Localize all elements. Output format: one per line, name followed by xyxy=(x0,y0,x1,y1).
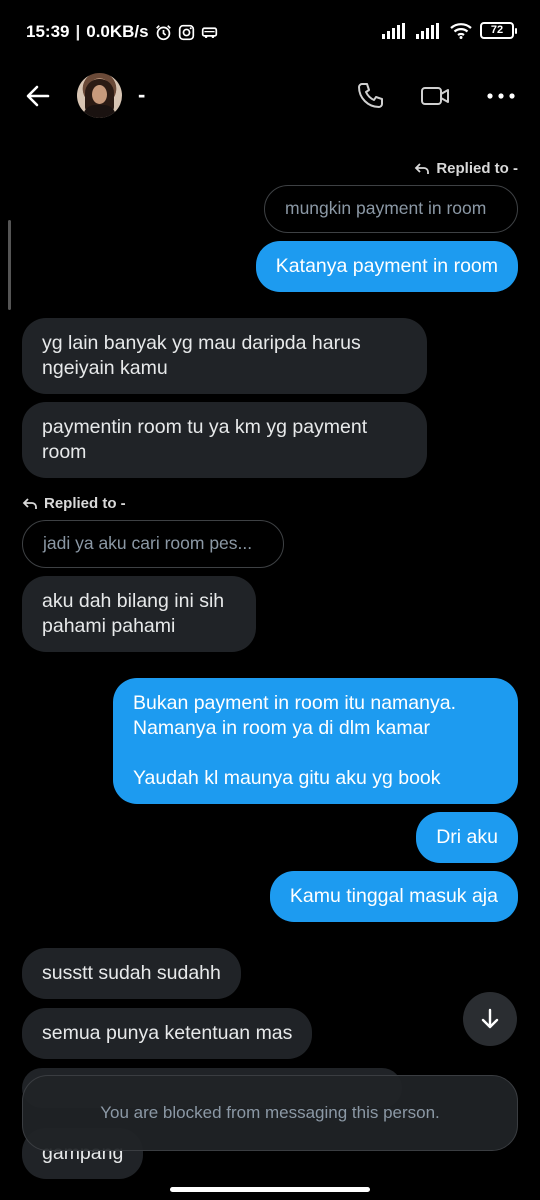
network-speed: 0.0KB/s xyxy=(86,22,149,41)
reply-icon xyxy=(22,497,37,509)
clock: 15:39 xyxy=(26,22,70,41)
received-message[interactable]: paymentin room tu ya km yg payment room xyxy=(22,402,427,478)
reply-label-text: Replied to - xyxy=(44,495,126,512)
avatar-body xyxy=(83,105,116,118)
avatar[interactable] xyxy=(77,73,122,118)
battery-level: 72 xyxy=(490,24,504,36)
alarm-icon xyxy=(155,24,171,40)
reply-icon xyxy=(415,162,430,174)
sent-message[interactable]: Katanya payment in room xyxy=(255,241,518,292)
back-arrow-icon[interactable] xyxy=(24,82,52,110)
reply-quote[interactable]: mungkin payment in room xyxy=(264,185,518,233)
signal-icon xyxy=(416,22,439,39)
video-icon[interactable] xyxy=(419,80,451,112)
status-right: 72 xyxy=(382,22,517,39)
sent-message[interactable]: Bukan payment in room itu namanya. Naman… xyxy=(113,678,518,804)
received-message[interactable]: susstt sudah sudahh xyxy=(22,948,241,999)
battery-icon: 72 xyxy=(480,22,517,39)
received-message[interactable]: yg lain banyak yg mau daripda harus ngei… xyxy=(22,318,427,394)
status-bar: 15:39 | 0.0KB/s 72 xyxy=(0,0,540,66)
wifi-icon xyxy=(450,23,472,39)
phone-icon[interactable] xyxy=(354,80,386,112)
reply-label-text: Replied to - xyxy=(436,160,518,177)
instagram-icon xyxy=(178,24,194,40)
status-separator: | xyxy=(75,22,81,41)
signal-icon xyxy=(382,22,405,39)
sent-message[interactable]: Kamu tinggal masuk aja xyxy=(269,871,518,922)
received-message[interactable]: semua punya ketentuan mas xyxy=(22,1008,313,1059)
conversation-header: - xyxy=(0,66,540,126)
contact-name[interactable]: - xyxy=(138,82,145,108)
more-icon[interactable] xyxy=(485,80,517,112)
avatar-face xyxy=(92,85,107,104)
reply-label: Replied to - xyxy=(414,160,518,177)
sent-message[interactable]: Dri aku xyxy=(416,812,518,863)
scrollbar[interactable] xyxy=(8,220,11,310)
received-message[interactable]: aku dah bilang ini sih pahami pahami xyxy=(22,576,256,652)
reply-label: Replied to - xyxy=(22,495,126,512)
blocked-notice: You are blocked from messaging this pers… xyxy=(22,1075,518,1151)
arrow-down-icon xyxy=(481,1008,499,1029)
car-icon xyxy=(201,26,217,38)
status-left: 15:39 | 0.0KB/s xyxy=(26,22,218,42)
scroll-to-bottom-button[interactable] xyxy=(463,992,517,1046)
home-indicator[interactable] xyxy=(170,1187,370,1192)
reply-quote[interactable]: jadi ya aku cari room pes... xyxy=(22,520,284,568)
